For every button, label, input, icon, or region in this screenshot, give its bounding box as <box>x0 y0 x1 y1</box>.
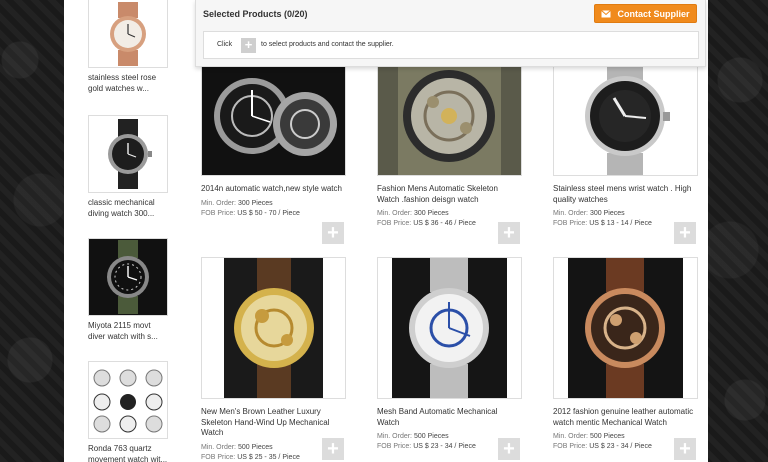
watch-image <box>392 258 507 398</box>
fob-price-value: US $ 50 - 70 / Piece <box>237 209 300 217</box>
watch-image <box>107 240 149 314</box>
product-card[interactable]: Stainless steel mens wrist watch . High … <box>553 57 698 229</box>
product-title[interactable]: Fashion Mens Automatic Skeleton Watch .f… <box>377 184 522 205</box>
fob-price-label: FOB Price: <box>377 220 412 227</box>
plus-icon: + <box>327 222 339 244</box>
selected-products-panel: Selected Products (0/20) Contact Supplie… <box>195 0 706 67</box>
product-name[interactable]: Ronda 763 quartz movement watch wit... <box>88 443 168 462</box>
watch-image <box>110 1 146 66</box>
product-image[interactable] <box>553 57 698 176</box>
product-title[interactable]: New Men's Brown Leather Luxury Skeleton … <box>201 407 346 439</box>
min-order-value: 500 Pieces <box>413 433 449 440</box>
min-order-value: 300 Pieces <box>413 210 449 217</box>
related-product[interactable]: stainless steel rose gold watches w... <box>88 0 168 94</box>
watch-image <box>224 258 323 398</box>
min-order-label: Min. Order: <box>377 210 413 217</box>
add-to-selection-button[interactable]: + <box>322 438 344 460</box>
selected-products-title: Selected Products (0/20) <box>203 9 308 19</box>
watch-collage-image <box>93 369 163 433</box>
product-card[interactable]: 2014n automatic watch,new style watch Mi… <box>201 57 346 219</box>
click-label: Click <box>217 41 233 48</box>
add-to-selection-button[interactable]: + <box>674 438 696 460</box>
product-image[interactable] <box>553 257 698 399</box>
fob-price-label: FOB Price: <box>377 443 412 450</box>
plus-icon: + <box>503 222 515 244</box>
product-image[interactable] <box>377 57 522 176</box>
min-order-value: 300 Pieces <box>237 199 273 207</box>
product-name[interactable]: classic mechanical diving watch 300... <box>88 197 168 219</box>
product-image[interactable] <box>201 57 346 176</box>
plus-icon: + <box>241 38 256 53</box>
watch-image <box>378 58 521 175</box>
product-thumbnail[interactable] <box>88 115 168 193</box>
product-thumbnail[interactable] <box>88 238 168 316</box>
watch-image <box>202 58 345 175</box>
min-order-label: Min. Order: <box>553 210 589 217</box>
related-product[interactable]: Ronda 763 quartz movement watch wit... <box>88 361 168 462</box>
related-product[interactable]: classic mechanical diving watch 300... <box>88 115 168 219</box>
plus-icon: + <box>679 222 691 244</box>
min-order-value: 300 Pieces <box>589 210 625 217</box>
product-name[interactable]: stainless steel rose gold watches w... <box>88 72 168 94</box>
min-order-label: Min. Order: <box>201 443 237 451</box>
fob-price-value: US $ 23 - 34 / Piece <box>413 443 476 450</box>
product-image[interactable] <box>201 257 346 399</box>
watch-image <box>108 119 152 189</box>
add-to-selection-button[interactable]: + <box>498 438 520 460</box>
product-card[interactable]: New Men's Brown Leather Luxury Skeleton … <box>201 257 346 462</box>
min-order-label: Min. Order: <box>377 433 413 440</box>
product-meta: Min. Order: 300 Pieces FOB Price: US $ 5… <box>201 199 346 219</box>
watch-image <box>568 258 683 398</box>
product-title[interactable]: Mesh Band Automatic Mechanical Watch <box>377 407 522 428</box>
add-to-selection-button[interactable]: + <box>322 222 344 244</box>
fob-price-label: FOB Price: <box>201 209 236 217</box>
min-order-label: Min. Order: <box>201 199 237 207</box>
fob-price-value: US $ 25 - 35 / Piece <box>237 453 300 461</box>
plus-icon: + <box>327 438 339 460</box>
plus-icon: + <box>679 438 691 460</box>
fob-price-value: US $ 13 - 14 / Piece <box>589 220 652 227</box>
min-order-label: Min. Order: <box>553 433 589 440</box>
min-order-value: 500 Pieces <box>589 433 625 440</box>
add-to-selection-button[interactable]: + <box>674 222 696 244</box>
product-page: stainless steel rose gold watches w... c… <box>64 0 708 462</box>
envelope-icon <box>601 9 612 17</box>
product-title[interactable]: 2014n automatic watch,new style watch <box>201 184 346 195</box>
min-order-value: 500 Pieces <box>237 443 273 451</box>
product-title[interactable]: 2012 fashion genuine leather automatic w… <box>553 407 698 428</box>
fob-price-label: FOB Price: <box>553 443 588 450</box>
fob-price-value: US $ 23 - 34 / Piece <box>589 443 652 450</box>
related-product[interactable]: Miyota 2115 movt diver watch with s... <box>88 238 168 342</box>
product-card[interactable]: Fashion Mens Automatic Skeleton Watch .f… <box>377 57 522 229</box>
contact-supplier-label: Contact Supplier <box>617 8 690 19</box>
product-thumbnail[interactable] <box>88 361 168 439</box>
product-thumbnail[interactable] <box>88 0 168 68</box>
add-to-selection-button[interactable]: + <box>498 222 520 244</box>
product-name[interactable]: Miyota 2115 movt diver watch with s... <box>88 320 168 342</box>
selection-hint: to select products and contact the suppl… <box>261 41 394 48</box>
watch-image <box>554 58 697 175</box>
fob-price-label: FOB Price: <box>553 220 588 227</box>
contact-supplier-button[interactable]: Contact Supplier <box>594 4 697 23</box>
fob-price-value: US $ 36 - 46 / Piece <box>413 220 476 227</box>
selection-drop-area: Click + to select products and contact t… <box>203 31 699 59</box>
product-image[interactable] <box>377 257 522 399</box>
product-card[interactable]: 2012 fashion genuine leather automatic w… <box>553 257 698 452</box>
plus-icon: + <box>503 438 515 460</box>
product-title[interactable]: Stainless steel mens wrist watch . High … <box>553 184 698 205</box>
fob-price-label: FOB Price: <box>201 453 236 461</box>
product-card[interactable]: Mesh Band Automatic Mechanical Watch Min… <box>377 257 522 452</box>
